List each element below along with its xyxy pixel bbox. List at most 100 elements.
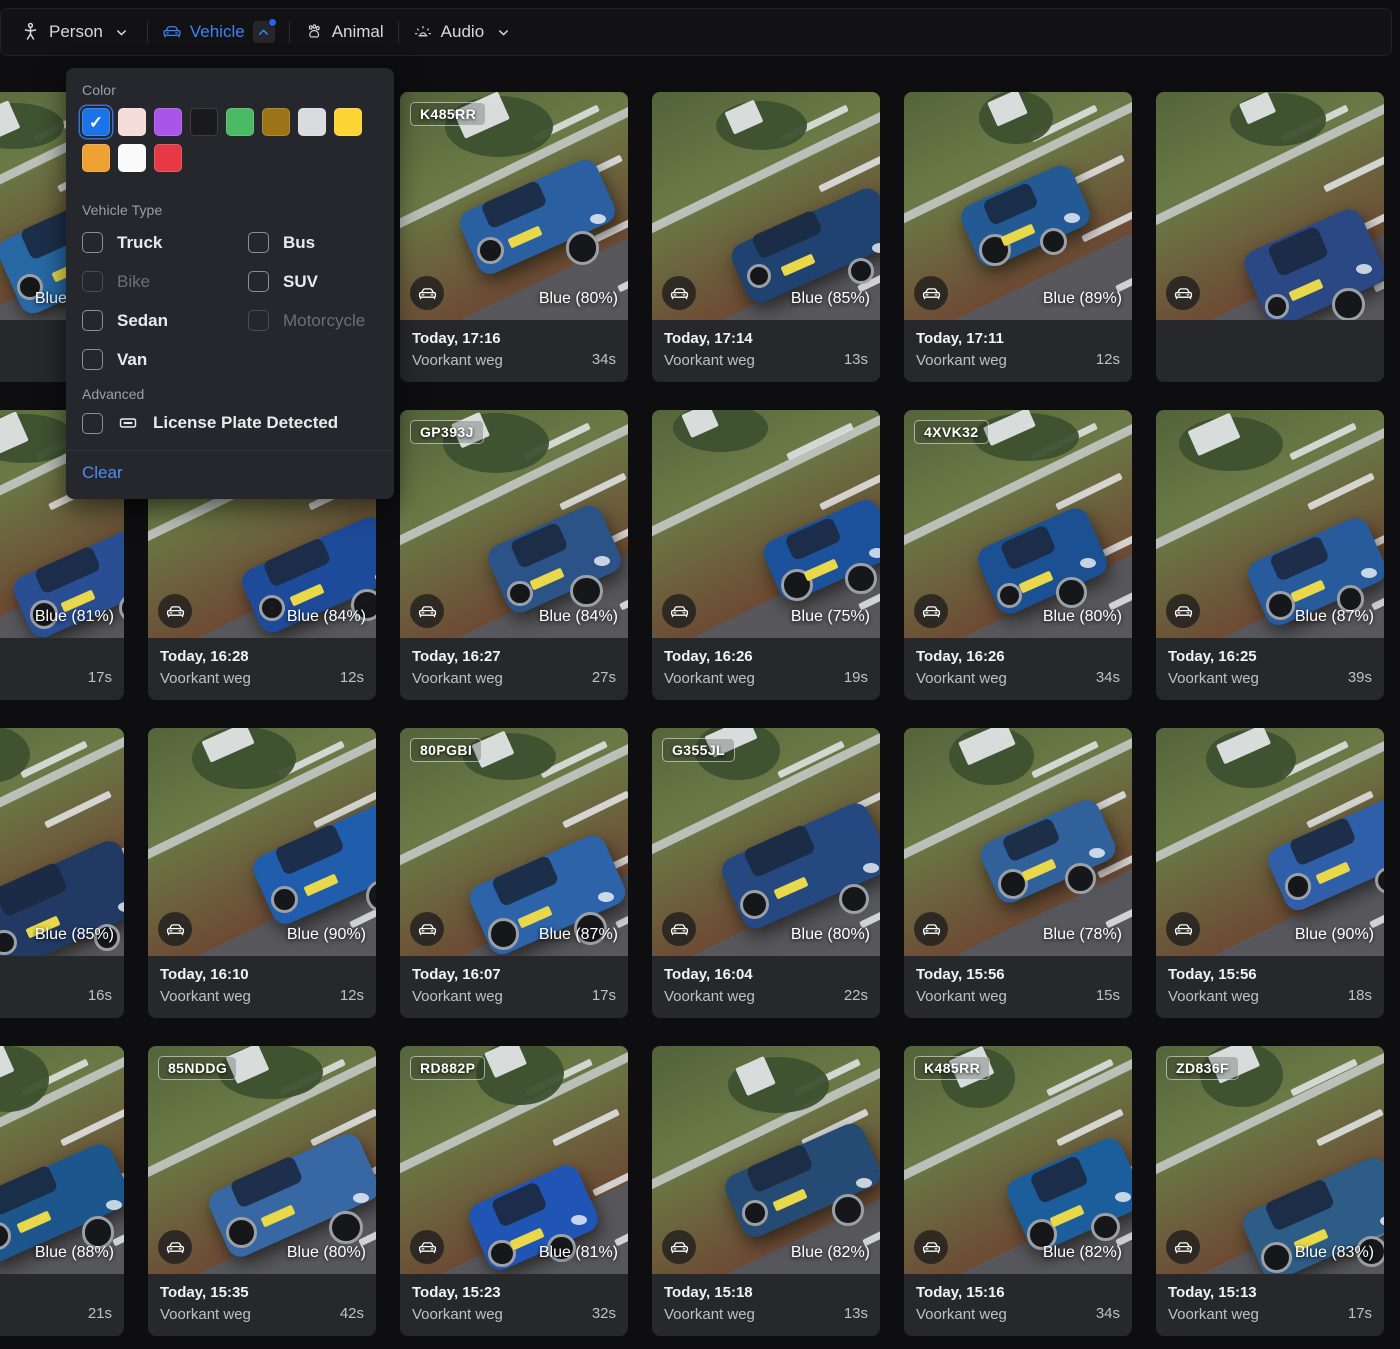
car-front-icon	[1166, 1230, 1200, 1264]
result-card[interactable]: G355JL Blue (80%) Today, 16:04 Voorkant weg…	[652, 728, 880, 1018]
color-swatch-green[interactable]	[226, 108, 254, 136]
color-confidence-label: Blue (80%)	[1042, 608, 1122, 625]
color-swatch-pink[interactable]	[118, 108, 146, 136]
result-thumbnail[interactable]: Blue (88%)	[0, 1046, 124, 1274]
car-front-icon	[914, 276, 948, 310]
color-swatch-purple[interactable]	[154, 108, 182, 136]
vehicle-type-checkbox[interactable]	[248, 232, 269, 253]
license-plate-tag: K485RR	[914, 1056, 991, 1080]
vehicle-type-suv[interactable]: SUV	[248, 271, 378, 292]
vehicle-type-bike: Bike	[82, 271, 248, 292]
result-thumbnail[interactable]: Blue (89%)	[904, 92, 1132, 320]
result-card[interactable]: Blue (85%) Today, 17:14 Voorkant weg 13s	[652, 92, 880, 382]
result-card[interactable]: Blue (90%) Today, 15:56 Voorkant weg 18s	[1156, 728, 1384, 1018]
result-thumbnail[interactable]: 4XVK32 Blue (80%)	[904, 410, 1132, 638]
result-timestamp: Today, 16:10	[160, 966, 249, 983]
result-thumbnail[interactable]: K485RR Blue (82%)	[904, 1046, 1132, 1274]
result-card[interactable]: Blue (90%) Today, 16:10 Voorkant weg 12s	[148, 728, 376, 1018]
result-duration: 21s	[87, 1304, 112, 1322]
filter-tab-label: Person	[49, 22, 103, 41]
result-duration: 15s	[1095, 986, 1120, 1004]
color-swatch-brown[interactable]	[262, 108, 290, 136]
filter-tab-label: Audio	[440, 22, 485, 41]
vehicle-type-checkbox[interactable]	[82, 310, 103, 331]
result-card[interactable]: GP393J Blue (84%) Today, 16:27 Voorkant weg…	[400, 410, 628, 700]
result-card[interactable]: Blue (82%) Today, 15:18 Voorkant weg 13s	[652, 1046, 880, 1336]
vehicle-type-checkbox[interactable]	[248, 271, 269, 292]
filter-tab-vehicle[interactable]: Vehicle	[152, 15, 285, 49]
result-thumbnail[interactable]: Blue (90%)	[148, 728, 376, 956]
result-thumbnail[interactable]: Blue (78%)	[904, 728, 1132, 956]
color-swatch-yellow[interactable]	[334, 108, 362, 136]
chevron-down-icon[interactable]	[111, 21, 133, 43]
result-card[interactable]: Blue (89%) Today, 17:11 Voorkant weg 12s	[904, 92, 1132, 382]
chevron-up-icon[interactable]	[252, 18, 277, 43]
result-card[interactable]	[1156, 92, 1384, 382]
vehicle-icon	[162, 22, 182, 42]
result-thumbnail[interactable]: 80PGBI Blue (87%)	[400, 728, 628, 956]
vehicle-type-sedan[interactable]: Sedan	[82, 310, 248, 331]
vehicle-type-label: Truck	[117, 232, 163, 252]
vehicle-type-checkbox[interactable]	[82, 232, 103, 253]
color-confidence-label: Blue (80%)	[790, 926, 870, 943]
result-thumbnail[interactable]: ZD836F Blue (83%)	[1156, 1046, 1384, 1274]
result-thumbnail[interactable]: Blue (85%)	[652, 92, 880, 320]
filter-tab-person[interactable]: Person	[11, 15, 143, 49]
result-card[interactable]: K485RR Blue (80%) Today, 17:16 Voorkant weg…	[400, 92, 628, 382]
thumbnail-image	[0, 1046, 124, 1274]
color-swatch-red[interactable]	[154, 144, 182, 172]
result-card[interactable]: 80PGBI Blue (87%) Today, 16:07 Voorkant weg…	[400, 728, 628, 1018]
result-card[interactable]: ZD836F Blue (83%) Today, 15:13 Voorkant weg…	[1156, 1046, 1384, 1336]
result-duration: 13s	[843, 1304, 868, 1322]
result-card[interactable]: K485RR Blue (82%) Today, 15:16 Voorkant weg…	[904, 1046, 1132, 1336]
result-card[interactable]: 4XVK32 Blue (80%) Today, 16:26 Voorkant weg…	[904, 410, 1132, 700]
result-card[interactable]: Blue (78%) Today, 15:56 Voorkant weg 15s	[904, 728, 1132, 1018]
result-meta: Today, 15:23 Voorkant weg 32s	[400, 1274, 628, 1336]
result-thumbnail[interactable]: 85NDDG Blue (80%)	[148, 1046, 376, 1274]
filter-tab-audio[interactable]: Audio	[403, 15, 524, 49]
result-card[interactable]: Blue (88%) 21s	[0, 1046, 124, 1336]
color-swatch-white[interactable]	[118, 144, 146, 172]
chevron-down-icon[interactable]	[492, 21, 514, 43]
vehicle-type-van[interactable]: Van	[82, 349, 248, 370]
result-meta-text: Today, 15:56 Voorkant weg	[1168, 966, 1259, 1005]
result-thumbnail[interactable]: Blue (90%)	[1156, 728, 1384, 956]
result-thumbnail[interactable]	[1156, 92, 1384, 320]
check-icon: ✓	[88, 112, 104, 132]
color-swatch-silver[interactable]	[298, 108, 326, 136]
vehicle-type-bus[interactable]: Bus	[248, 232, 378, 253]
vehicle-type-section: Vehicle Type Truck Bus Bike SUV Sedan Motorcy…	[66, 172, 394, 450]
filter-tab-animal[interactable]: Animal	[294, 15, 394, 49]
result-thumbnail[interactable]: Blue (85%)	[0, 728, 124, 956]
color-confidence-label: Blue (80%)	[538, 290, 618, 307]
result-card[interactable]: Blue (87%) Today, 16:25 Voorkant weg 39s	[1156, 410, 1384, 700]
license-plate-detected-checkbox-row[interactable]: License Plate Detected	[82, 412, 378, 450]
color-section-label: Color	[82, 82, 116, 98]
color-swatch-black[interactable]	[190, 108, 218, 136]
vehicle-type-truck[interactable]: Truck	[82, 232, 248, 253]
result-timestamp: Today, 15:35	[160, 1284, 249, 1301]
car-front-icon	[662, 1230, 696, 1264]
license-plate-detected-checkbox[interactable]	[82, 412, 103, 434]
result-thumbnail[interactable]: Blue (75%)	[652, 410, 880, 638]
result-timestamp: Today, 15:16	[916, 1284, 1005, 1301]
result-thumbnail[interactable]: G355JL Blue (80%)	[652, 728, 880, 956]
result-thumbnail[interactable]: Blue (82%)	[652, 1046, 880, 1274]
result-thumbnail[interactable]: RD882P Blue (81%)	[400, 1046, 628, 1274]
color-swatch-orange[interactable]	[82, 144, 110, 172]
result-meta: Today, 15:16 Voorkant weg 34s	[904, 1274, 1132, 1336]
result-card[interactable]: 85NDDG Blue (80%) Today, 15:35 Voorkant weg…	[148, 1046, 376, 1336]
result-card[interactable]: Blue (75%) Today, 16:26 Voorkant weg 19s	[652, 410, 880, 700]
result-card[interactable]: Blue (85%) 16s	[0, 728, 124, 1018]
clear-filters-button[interactable]: Clear	[82, 463, 123, 482]
car-front-icon	[914, 912, 948, 946]
vehicle-type-checkbox[interactable]	[82, 349, 103, 370]
vehicle-type-list: Truck Bus Bike SUV Sedan Motorcycle Van	[82, 232, 378, 370]
result-meta-text: Today, 15:23 Voorkant weg	[412, 1284, 503, 1323]
result-thumbnail[interactable]: Blue (87%)	[1156, 410, 1384, 638]
color-swatch-blue[interactable]: ✓	[82, 108, 110, 136]
result-meta: Today, 17:14 Voorkant weg 13s	[652, 320, 880, 382]
result-card[interactable]: RD882P Blue (81%) Today, 15:23 Voorkant weg…	[400, 1046, 628, 1336]
result-thumbnail[interactable]: K485RR Blue (80%)	[400, 92, 628, 320]
result-thumbnail[interactable]: GP393J Blue (84%)	[400, 410, 628, 638]
